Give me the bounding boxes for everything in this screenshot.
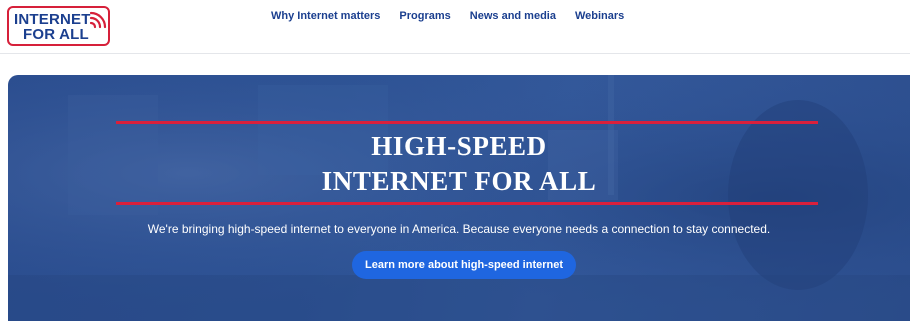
nav-webinars[interactable]: Webinars — [575, 10, 624, 22]
nav-news-and-media[interactable]: News and media — [470, 10, 556, 22]
nav-programs[interactable]: Programs — [399, 10, 450, 22]
hero-subtitle: We're bringing high-speed internet to ev… — [147, 222, 771, 236]
wifi-arcs-icon — [89, 11, 107, 29]
hero-title-line2: INTERNET FOR ALL — [321, 166, 597, 196]
main-navigation: Why Internet matters Programs News and m… — [271, 10, 643, 22]
hero-banner: HIGH-SPEED INTERNET FOR ALL We're bringi… — [8, 75, 910, 321]
title-rule-bottom — [116, 202, 818, 205]
internet-for-all-logo[interactable]: INTERNET FOR ALL — [7, 6, 110, 46]
nav-why-internet-matters[interactable]: Why Internet matters — [271, 10, 380, 22]
logo-text-line2: FOR ALL — [23, 26, 89, 43]
title-rule-top — [116, 121, 818, 124]
hero-background-photo — [8, 75, 910, 321]
hero-title-line1: HIGH-SPEED — [371, 131, 547, 161]
learn-more-button[interactable]: Learn more about high-speed internet — [352, 251, 576, 279]
site-header: INTERNET FOR ALL Why Internet matters Pr… — [0, 0, 910, 54]
logo-text-line1: INTERNET — [14, 11, 91, 28]
